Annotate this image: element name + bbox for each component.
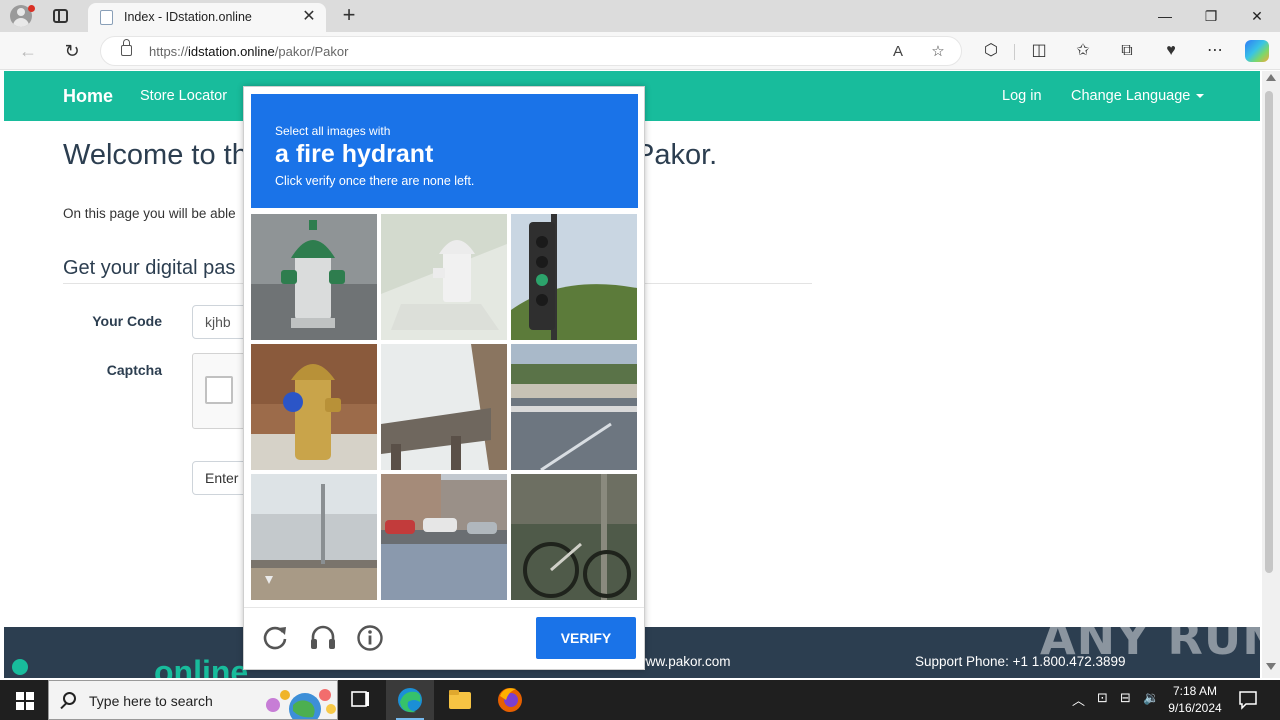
firefox-icon[interactable] bbox=[486, 680, 534, 720]
extensions-icon[interactable]: ⬡ bbox=[980, 40, 1002, 62]
more-options-icon[interactable]: ⋯ bbox=[1204, 40, 1226, 62]
clock-time: 7:18 AM bbox=[1172, 684, 1218, 698]
captcha-tile-fire-hydrant-yellow[interactable] bbox=[251, 344, 377, 470]
traffic-light-image bbox=[511, 214, 637, 340]
captcha-instruction: Click verify once there are none left. bbox=[275, 174, 475, 188]
scroll-thumb[interactable] bbox=[1265, 91, 1273, 573]
meet-now-icon[interactable]: ⊡ bbox=[1097, 690, 1108, 706]
captcha-label: Captcha bbox=[106, 362, 162, 378]
street-image bbox=[381, 474, 507, 600]
info-icon[interactable] bbox=[355, 623, 385, 653]
captcha-tile-road-bridge[interactable] bbox=[511, 344, 637, 470]
audio-challenge-icon[interactable] bbox=[308, 623, 338, 653]
taskbar-search-box[interactable]: Type here to search bbox=[48, 680, 338, 720]
anyrun-watermark: ANY RUN bbox=[1040, 611, 1262, 665]
nav-home-link[interactable]: Home bbox=[63, 86, 113, 107]
captcha-tile-fire-hydrant-faded[interactable] bbox=[381, 214, 507, 340]
clock-date: 9/16/2024 bbox=[1168, 701, 1222, 715]
section-title: Get your digital pas bbox=[63, 257, 236, 279]
tab-title: Index - IDstation.online bbox=[124, 10, 252, 24]
fire-hydrant-image bbox=[251, 344, 377, 470]
lock-icon[interactable] bbox=[121, 39, 132, 56]
browser-essentials-icon[interactable]: ♥ bbox=[1160, 40, 1182, 62]
restore-icon[interactable]: ❐ bbox=[1198, 6, 1224, 26]
browser-toolbar: ← ↻ https://idstation.online/pakor/Pakor… bbox=[0, 32, 1280, 70]
task-view-icon[interactable] bbox=[336, 680, 384, 720]
refresh-icon[interactable]: ↻ bbox=[60, 39, 84, 63]
captcha-tile-fire-hydrant-green[interactable] bbox=[251, 214, 377, 340]
road-image bbox=[511, 344, 637, 470]
reload-icon[interactable] bbox=[260, 623, 290, 653]
page-heading: Welcome to th bbox=[63, 139, 248, 171]
code-label: Your Code bbox=[92, 313, 162, 329]
collections-icon[interactable]: ⧉ bbox=[1116, 40, 1138, 62]
caret-down-icon bbox=[1196, 94, 1205, 99]
edge-taskbar-icon[interactable] bbox=[386, 680, 434, 720]
close-window-icon[interactable]: ✕ bbox=[1244, 6, 1270, 26]
search-icon bbox=[63, 692, 76, 705]
favorites-icon[interactable]: ✩ bbox=[1072, 40, 1094, 62]
volume-icon[interactable]: 🔉 bbox=[1143, 690, 1159, 706]
split-screen-icon[interactable]: ◫ bbox=[1028, 40, 1050, 62]
captcha-tile-bridge-railing[interactable] bbox=[251, 474, 377, 600]
back-arrow-icon[interactable]: ← bbox=[16, 39, 40, 63]
network-icon[interactable]: ⊟ bbox=[1120, 690, 1131, 706]
captcha-header: Select all images with a fire hydrant Cl… bbox=[251, 94, 638, 208]
captcha-footer-divider bbox=[244, 607, 644, 608]
url-text[interactable]: https://idstation.online/pakor/Pakor bbox=[149, 44, 348, 59]
show-hidden-icons-chevron[interactable]: ︿ bbox=[1072, 690, 1085, 709]
nav-change-language-dropdown[interactable]: Change Language bbox=[1071, 88, 1205, 104]
captcha-challenge-dialog: Select all images with a fire hydrant Cl… bbox=[243, 86, 645, 670]
file-explorer-icon[interactable] bbox=[436, 680, 484, 720]
taskbar-clock[interactable]: 7:18 AM 9/16/2024 bbox=[1160, 683, 1230, 717]
footer-logo-text: online bbox=[154, 654, 249, 678]
nav-store-locator-link[interactable]: Store Locator bbox=[140, 88, 227, 104]
windows-taskbar: Type here to search ︿ ⊡ ⊟ 🔉 7:18 AM 9/16… bbox=[0, 680, 1280, 720]
page-scrollbar[interactable] bbox=[1262, 71, 1280, 678]
captcha-tile-street-cars[interactable] bbox=[381, 474, 507, 600]
address-bar[interactable]: https://idstation.online/pakor/Pakor A ☆ bbox=[100, 36, 962, 66]
captcha-tile-bridge-overpass[interactable] bbox=[381, 344, 507, 470]
bicycle-image bbox=[511, 474, 637, 600]
favorite-star-icon[interactable]: ☆ bbox=[927, 41, 949, 63]
windows-start-icon[interactable] bbox=[16, 692, 34, 710]
read-aloud-icon[interactable]: A bbox=[887, 41, 909, 63]
browser-tab-active[interactable]: Index - IDstation.online ✕ bbox=[88, 3, 326, 32]
fire-hydrant-image bbox=[251, 214, 377, 340]
scroll-up-arrow-icon[interactable] bbox=[1266, 74, 1276, 81]
notification-center-icon[interactable] bbox=[1238, 690, 1258, 710]
recaptcha-checkbox[interactable] bbox=[205, 376, 233, 404]
bridge-image bbox=[381, 344, 507, 470]
footer-website-link[interactable]: www.pakor.com bbox=[636, 654, 731, 669]
browser-tab-bar: Index - IDstation.online ✕ + ― ❐ ✕ bbox=[0, 0, 1280, 32]
captcha-image-grid bbox=[251, 214, 638, 602]
search-highlight-icon bbox=[266, 689, 336, 719]
minimize-icon[interactable]: ― bbox=[1152, 6, 1178, 26]
page-favicon-icon bbox=[100, 10, 113, 25]
captcha-target: a fire hydrant bbox=[275, 140, 434, 168]
taskbar-search-placeholder: Type here to search bbox=[89, 693, 213, 709]
scroll-down-arrow-icon[interactable] bbox=[1266, 663, 1276, 670]
tab-actions-icon[interactable] bbox=[53, 9, 68, 23]
toolbar-divider bbox=[1014, 44, 1015, 60]
page-intro-text: On this page you will be able bbox=[63, 206, 236, 221]
nav-login-link[interactable]: Log in bbox=[1002, 88, 1042, 104]
footer-logo-dot bbox=[12, 659, 28, 675]
captcha-tile-bicycle[interactable] bbox=[511, 474, 637, 600]
new-tab-icon[interactable]: + bbox=[338, 4, 360, 26]
verify-button[interactable]: VERIFY bbox=[536, 617, 636, 659]
notification-dot bbox=[28, 5, 35, 12]
copilot-icon[interactable] bbox=[1245, 40, 1269, 62]
fire-hydrant-image bbox=[381, 214, 507, 340]
captcha-select-prompt: Select all images with bbox=[275, 124, 391, 138]
page-heading-end: Pakor. bbox=[635, 139, 718, 171]
close-tab-icon[interactable]: ✕ bbox=[300, 8, 318, 26]
captcha-tile-traffic-light[interactable] bbox=[511, 214, 637, 340]
bridge-image bbox=[251, 474, 377, 600]
